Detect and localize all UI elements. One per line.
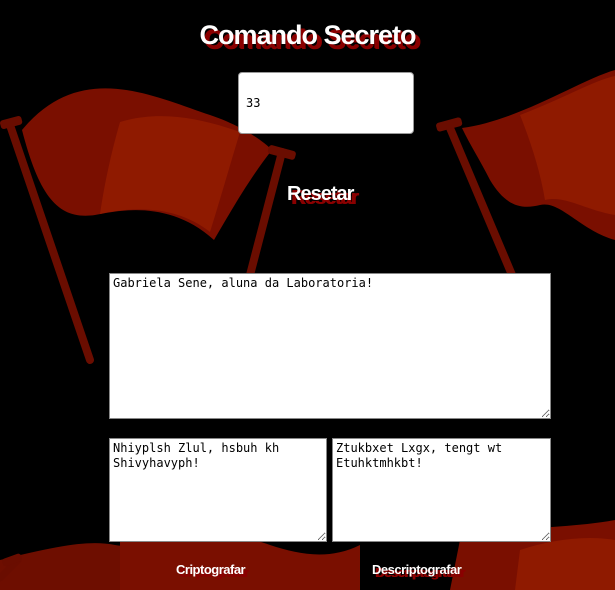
encrypted-textarea[interactable]: Nhiyplsh Zlul, hsbuh kh Shivyhavyph!	[109, 438, 327, 542]
flag-right-icon	[436, 70, 615, 286]
offset-input[interactable]	[238, 72, 414, 134]
decrypt-button[interactable]: Descriptografar	[372, 562, 462, 577]
message-textarea[interactable]: Gabriela Sene, aluna da Laboratoria!	[109, 273, 551, 419]
reset-button[interactable]: Resetar	[287, 183, 354, 206]
encrypt-button[interactable]: Criptografar	[176, 562, 246, 577]
page-title: Comando Secreto	[199, 20, 416, 50]
decrypted-textarea[interactable]: Ztukbxet Lxgx, tengt wt Etuhktmhkbt!	[332, 438, 551, 542]
